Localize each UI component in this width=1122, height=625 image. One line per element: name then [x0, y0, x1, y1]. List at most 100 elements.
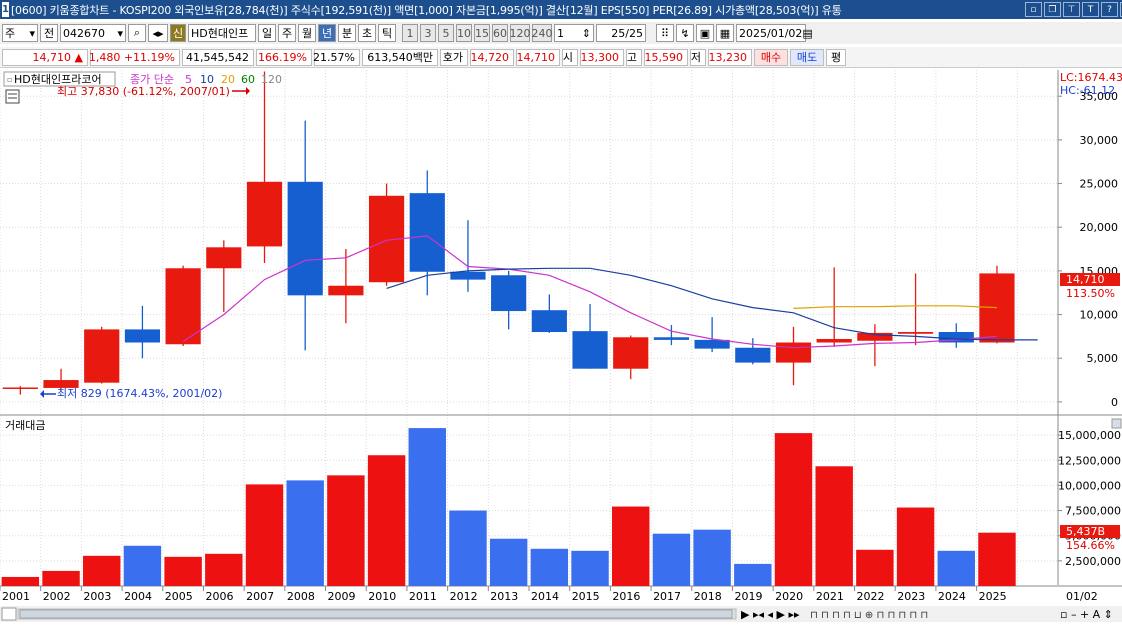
- volume-bar: [489, 538, 528, 586]
- period-day[interactable]: 일: [258, 24, 276, 42]
- volume-bar: [815, 466, 853, 586]
- date-field[interactable]: 2025/01/02 ▤: [736, 24, 813, 42]
- ma-120-label: 120: [261, 73, 282, 86]
- minute-3-button[interactable]: 3: [420, 24, 436, 42]
- minute-60-button[interactable]: 60: [492, 24, 508, 42]
- price-tick-label: 20,000: [1080, 221, 1119, 234]
- period-year[interactable]: 년: [318, 24, 336, 42]
- price-tick-label: 5,000: [1087, 352, 1119, 365]
- chart-area[interactable]: 0 5,000 10,000 15,000 20,000 25,000 30,000 35,0…: [0, 70, 1122, 622]
- x-tick-label: 2025: [979, 590, 1007, 603]
- sell-button[interactable]: 매도: [790, 48, 824, 66]
- x-tick-label: 2014: [531, 590, 559, 603]
- new-stock-badge[interactable]: 신: [170, 24, 186, 42]
- price-tick-label: 0: [1111, 396, 1118, 409]
- price-change: 1,480 +11.19%: [89, 48, 180, 66]
- chart-style-icon[interactable]: ⠿: [656, 24, 674, 42]
- ma-60-label: 60: [241, 73, 255, 86]
- chart-background: [0, 70, 1122, 622]
- period-week[interactable]: 주: [278, 24, 296, 42]
- candle-body: [613, 337, 649, 369]
- lc-label: LC:1674.43: [1060, 71, 1122, 84]
- open-label: 시: [562, 48, 578, 66]
- search-icon[interactable]: ⌕: [128, 24, 146, 42]
- volume-bar: [978, 532, 1016, 586]
- x-tick-label: 2016: [612, 590, 640, 603]
- x-tick-label: 2009: [328, 590, 356, 603]
- all-button[interactable]: 전: [40, 24, 58, 42]
- text-size-icon[interactable]: T: [1081, 2, 1099, 17]
- x-tick-label: 2002: [43, 590, 71, 603]
- x-tick-label: 2012: [450, 590, 478, 603]
- period-minute[interactable]: 분: [338, 24, 356, 42]
- trend-icon[interactable]: ↯: [676, 24, 694, 42]
- hoga-label: 호가: [440, 48, 468, 66]
- spin-icon: ⇕: [581, 26, 591, 40]
- x-tick-label: 2005: [165, 590, 193, 603]
- scrollbar-thumb[interactable]: [19, 609, 733, 619]
- candle-body: [287, 181, 323, 296]
- panel-resize-icon[interactable]: [1111, 418, 1122, 429]
- sound-icon[interactable]: ◂▸: [148, 24, 168, 42]
- x-tick-label: 2017: [653, 590, 681, 603]
- last-rate-tag: 113.50%: [1066, 287, 1115, 300]
- window-title: [0600] 키움종합차트 - KOSPI200 외국인보유[28,784(천)…: [10, 3, 842, 17]
- x-tick-label: 2004: [124, 590, 152, 603]
- volume-bar: [774, 433, 813, 586]
- volume-bar: [327, 475, 365, 586]
- turnover-rate: 21.57%: [313, 48, 360, 66]
- x-tick-label: 2019: [734, 590, 762, 603]
- open-price: 13,300: [580, 48, 624, 66]
- last-volume-rate-tag: 154.66%: [1066, 539, 1115, 552]
- minute-5-button[interactable]: 5: [438, 24, 454, 42]
- x-tick-label: 2024: [938, 590, 966, 603]
- link-icon[interactable]: ▫: [1024, 2, 1042, 17]
- volume-bar: [286, 480, 324, 586]
- chart-tool-icons[interactable]: ⊓ ⊓ ⊓ ⊓ ⊔ ⊕ ⊓ ⊓ ⊓ ⊓ ⊓: [810, 610, 928, 621]
- table-toggle-icon[interactable]: [5, 89, 20, 104]
- candle-body: [328, 285, 364, 296]
- grid-icon[interactable]: ▦: [716, 24, 734, 42]
- minute-10-button[interactable]: 10: [456, 24, 472, 42]
- candle-body: [124, 329, 161, 343]
- stock-name-field[interactable]: HD현대인프: [188, 24, 256, 42]
- zoom-icons[interactable]: ▫ – + A ⇕: [1060, 608, 1113, 621]
- help-icon[interactable]: ?: [1100, 2, 1118, 17]
- minute-120-button[interactable]: 120: [510, 24, 531, 42]
- x-tick-label: 2015: [572, 590, 600, 603]
- volume-bar: [367, 455, 406, 586]
- chevron-down-icon: ▾: [29, 26, 35, 40]
- volume-bar: [571, 550, 609, 586]
- window-titlebar: 1 [0600] 키움종합차트 - KOSPI200 외국인보유[28,784(…: [0, 0, 1122, 19]
- save-icon[interactable]: ▣: [696, 24, 714, 42]
- screen-number: 1: [2, 2, 9, 17]
- volume-bar: [937, 550, 975, 586]
- trade-volume: 41,545,542: [182, 48, 254, 66]
- x-tick-label: 2020: [775, 590, 803, 603]
- buy-button[interactable]: 매수: [754, 48, 788, 66]
- scroll-left-icon[interactable]: [1, 607, 17, 621]
- count-input[interactable]: 1 ⇕: [554, 24, 594, 42]
- scroll-buttons-icon[interactable]: ▶ ▸◂ ◂ ▶ ▸▸: [741, 608, 800, 621]
- period-type-select[interactable]: 주 ▾: [2, 24, 38, 42]
- x-tick-label: 2001: [2, 590, 30, 603]
- volume-rate: 166.19%: [256, 48, 312, 66]
- period-month[interactable]: 월: [298, 24, 316, 42]
- minute-15-button[interactable]: 15: [474, 24, 490, 42]
- average-button[interactable]: 평: [826, 48, 846, 66]
- period-second[interactable]: 초: [358, 24, 376, 42]
- candlestick-chart[interactable]: 05,00010,00015,00020,00025,00030,00035,0…: [0, 70, 1122, 622]
- x-tick-label: 2007: [246, 590, 274, 603]
- x-tick-label: 2011: [409, 590, 437, 603]
- minute-240-button[interactable]: 240: [532, 24, 553, 42]
- pin-icon[interactable]: ⊤: [1062, 2, 1080, 17]
- code-input[interactable]: 042670 ▾: [60, 24, 126, 42]
- volume-bar: [693, 529, 731, 586]
- candle-body: [531, 310, 567, 333]
- copy-window-icon[interactable]: ❐: [1043, 2, 1061, 17]
- price-tick-label: 25,000: [1080, 178, 1119, 191]
- period-tick[interactable]: 틱: [378, 24, 396, 42]
- volume-bar: [856, 549, 894, 586]
- range-field[interactable]: 25/25: [596, 24, 646, 42]
- minute-1-button[interactable]: 1: [402, 24, 418, 42]
